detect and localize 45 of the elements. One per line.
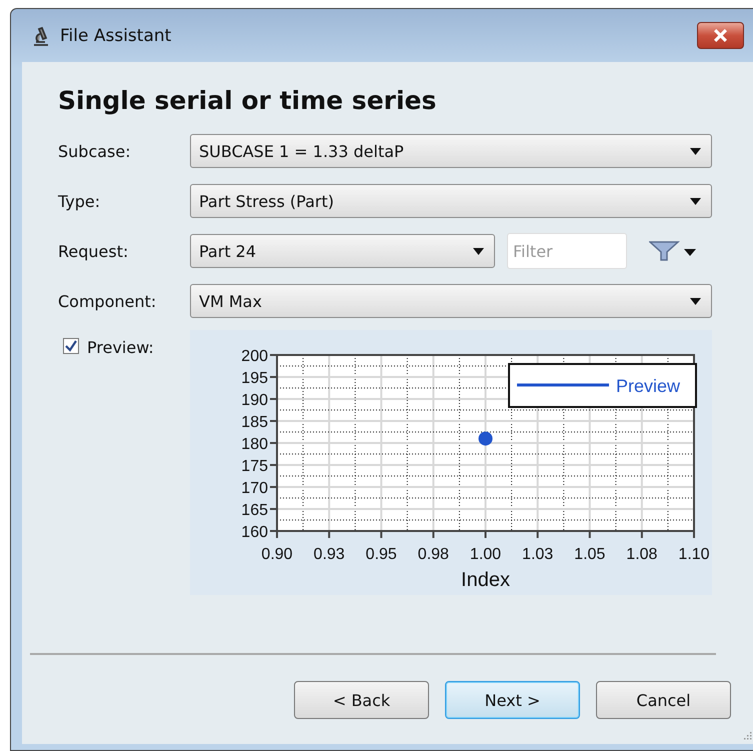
axis-title: Index [461,569,510,591]
y-tick-label: 185 [241,414,268,431]
x-tick-label: 0.90 [261,546,293,563]
y-tick-label: 160 [241,524,268,541]
dropdown[interactable]: Part Stress (Part) [190,184,712,218]
close-button[interactable] [697,22,744,49]
caret-icon [473,248,484,254]
caret-icon [690,298,701,304]
x-tick-label: 0.98 [418,546,450,563]
x-tick-label: 1.00 [470,546,502,563]
dropdown[interactable]: VM Max [190,284,712,318]
close-icon [713,29,728,42]
y-tick-label: 165 [241,502,268,519]
microscope-icon [32,26,50,46]
field-label: Request: [58,242,128,260]
filter-field[interactable]: Filter [507,233,627,269]
y-axis: 160 165 170 175 180 185 190 195 200 [241,348,277,541]
window-title: File Assistant [60,26,172,46]
x-tick-label: 0.95 [366,546,397,563]
dropdown[interactable]: Part 24 [190,234,495,268]
wizard-button[interactable]: Next > [445,681,580,719]
y-tick-label: 170 [241,480,268,497]
wizard-button[interactable]: < Back [294,681,429,719]
y-tick-label: 195 [241,370,268,387]
y-tick-label: 175 [241,458,268,475]
legend: Preview [508,363,697,408]
checkbox-label: Preview: [87,338,154,357]
dropdown[interactable]: SUBCASE 1 = 1.33 deltaP [190,134,712,168]
wizard-button[interactable]: Cancel [596,681,731,719]
x-tick-label: 1.08 [626,546,658,563]
preview-checkbox[interactable] [63,338,79,354]
y-tick-label: 180 [241,436,268,453]
x-tick-label: 0.93 [314,546,345,563]
x-tick-label: 1.10 [678,546,710,563]
field-label: Subcase: [58,142,131,160]
x-tick-label: 1.03 [522,546,554,563]
caret-icon [690,198,701,204]
field-label: Type: [58,192,100,210]
resize-grip-icon[interactable] [742,730,752,740]
x-tick-label: 1.05 [574,546,606,563]
y-tick-label: 190 [241,392,268,409]
y-tick-label: 200 [241,348,268,365]
field-label: Component: [58,292,156,310]
page-heading: Single serial or time series [58,85,438,114]
caret-icon [690,148,701,154]
